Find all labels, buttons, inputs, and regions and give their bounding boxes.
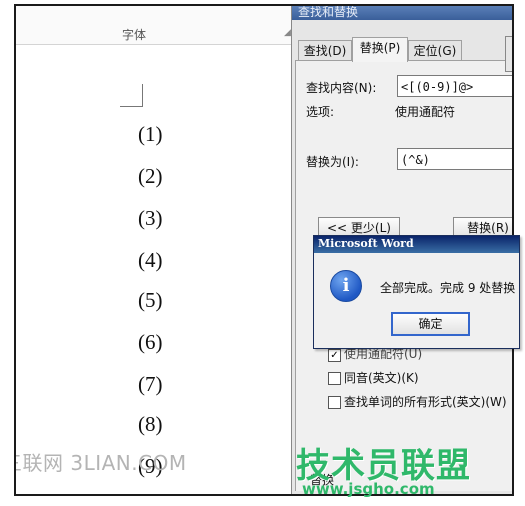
ok-button[interactable]: 确定 <box>391 312 470 336</box>
message-text: 全部完成。完成 9 处替换 <box>380 281 516 295</box>
options-value: 使用通配符 <box>395 105 456 119</box>
dialog-titlebar[interactable]: 查找和替换 <box>292 6 512 20</box>
message-body: i 全部完成。完成 9 处替换 确定 <box>314 253 519 348</box>
tab-find[interactable]: 查找(D) <box>298 40 352 61</box>
window-edge-control[interactable] <box>505 36 512 72</box>
logo-url: www.jsgho.com <box>302 480 435 498</box>
list-item: (1) <box>138 122 163 146</box>
find-what-input[interactable]: <[(0-9)]@> <box>397 75 512 97</box>
message-titlebar[interactable]: Microsoft Word <box>314 236 519 253</box>
sounds-like-label: 同音(英文)(K) <box>344 371 419 385</box>
list-item: (4) <box>138 248 163 272</box>
list-item: (5) <box>138 288 163 312</box>
find-what-label: 查找内容(N): <box>306 81 377 95</box>
ribbon-font-group: 字体 ◢ <box>16 6 298 45</box>
sounds-like-checkbox[interactable] <box>328 372 341 385</box>
word-document: 字体 ◢ (1) (2) (3) (4) (5) (6) (7) (8) (9)… <box>16 6 298 494</box>
replace-with-label: 替换为(I): <box>306 155 359 169</box>
message-box: Microsoft Word i 全部完成。完成 9 处替换 确定 <box>313 235 520 349</box>
list-item: (2) <box>138 164 163 188</box>
replace-with-input[interactable]: (^&) <box>397 148 512 170</box>
dialog-title: 查找和替换 <box>298 6 359 19</box>
watermark-text: 三联网 3LIAN.COM <box>14 451 187 475</box>
list-item: (3) <box>138 206 163 230</box>
dialog-launcher-icon[interactable]: ◢ <box>284 28 291 38</box>
paragraph-start-mark <box>120 84 143 107</box>
info-icon: i <box>330 270 362 302</box>
font-group-label: 字体 <box>121 28 146 42</box>
list-item: (8) <box>138 412 163 436</box>
all-word-forms-checkbox[interactable] <box>328 396 341 409</box>
wildcards-checkbox[interactable]: ✓ <box>328 349 341 362</box>
message-title: Microsoft Word <box>318 237 414 250</box>
list-item: (6) <box>138 330 163 354</box>
options-label: 选项: <box>306 105 335 119</box>
list-item: (7) <box>138 372 163 396</box>
tab-goto[interactable]: 定位(G) <box>408 40 462 61</box>
tab-replace[interactable]: 替换(P) <box>352 37 408 62</box>
all-word-forms-label: 查找单词的所有形式(英文)(W) <box>344 395 507 409</box>
